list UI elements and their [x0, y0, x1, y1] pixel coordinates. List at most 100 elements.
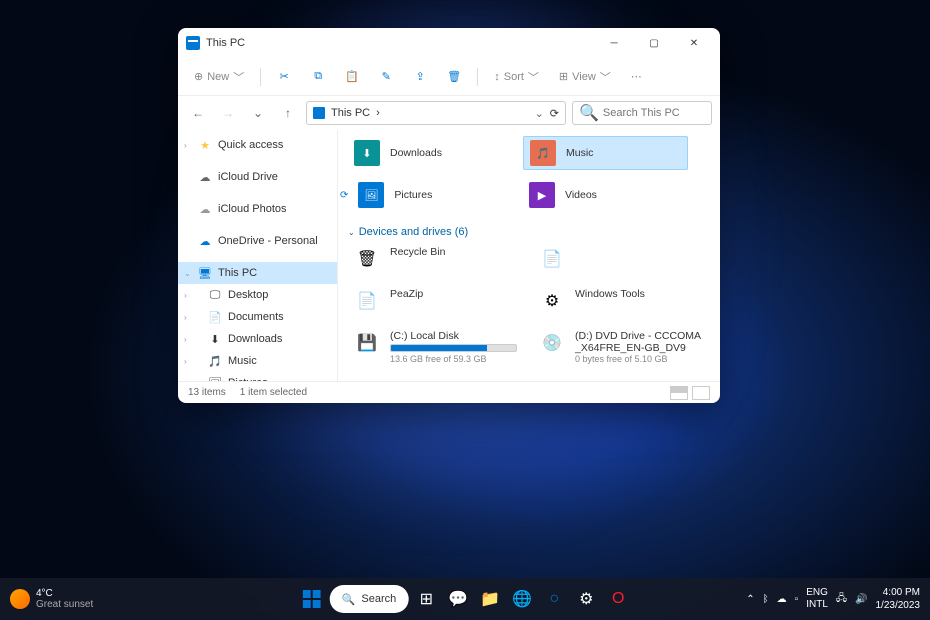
pc-icon: 🖥: [198, 266, 212, 280]
item-recycle-bin[interactable]: 🗑 Recycle Bin: [348, 242, 523, 276]
time: 4:00 PM: [876, 586, 921, 599]
search-icon: 🔍: [342, 593, 356, 606]
opera-app[interactable]: O: [604, 585, 632, 613]
minimize-button[interactable]: ─: [596, 29, 632, 57]
dropdown-icon[interactable]: ⌄: [535, 107, 544, 120]
weather-widget[interactable]: 4°C Great sunset: [10, 588, 93, 610]
music-icon: 🎵: [208, 354, 222, 368]
item-file[interactable]: 📄: [533, 242, 708, 276]
sidebar: ›★Quick access ☁iCloud Drive ☁iCloud Pho…: [178, 130, 338, 381]
chevron-right-icon: ›: [184, 141, 187, 150]
bluetooth-icon[interactable]: ᛒ: [763, 594, 769, 605]
file-explorer-app[interactable]: 📁: [476, 585, 504, 613]
taskbar: 4°C Great sunset 🔍Search ⊞ 💬 📁 🌐 ○ ⚙ O ⌃…: [0, 578, 930, 620]
item-label: (D:) DVD Drive - CCCOMA_X64FRE_EN-GB_DV9: [575, 330, 702, 354]
chevron-down-icon: ⌄: [184, 269, 191, 278]
chevron-right-icon: ›: [184, 379, 187, 382]
sidebar-item-downloads[interactable]: ›⬇Downloads: [178, 328, 337, 350]
delete-button[interactable]: 🗑: [439, 66, 469, 88]
share-icon: ⇪: [413, 70, 427, 84]
folder-videos[interactable]: ▶ Videos: [523, 178, 688, 212]
app-tray-icon[interactable]: ▫: [795, 594, 799, 605]
weather-temp: 4°C: [36, 588, 93, 599]
settings-app[interactable]: ⚙: [572, 585, 600, 613]
breadcrumb[interactable]: This PC: [331, 107, 370, 119]
rename-button[interactable]: ✎: [371, 66, 401, 88]
cortana-app[interactable]: ○: [540, 585, 568, 613]
section-devices[interactable]: ⌄Devices and drives (6): [348, 220, 710, 242]
content-pane: ⬇ Downloads 🎵 Music ⟳ 🖼 Pictures ▶ Video…: [338, 130, 720, 381]
copy-button[interactable]: ⧉: [303, 66, 333, 88]
chevron-right-icon: ›: [184, 291, 187, 300]
network-icon[interactable]: 🖧: [836, 591, 847, 608]
sidebar-item-icloud-drive[interactable]: ☁iCloud Drive: [178, 166, 337, 188]
more-button[interactable]: ⋯: [623, 66, 650, 87]
sidebar-item-label: OneDrive - Personal: [218, 235, 318, 247]
share-button[interactable]: ⇪: [405, 66, 435, 88]
sunset-icon: [10, 589, 30, 609]
window-title: This PC: [206, 37, 596, 49]
paste-button[interactable]: 📋: [337, 66, 367, 88]
close-button[interactable]: ✕: [676, 29, 712, 57]
item-windows-tools[interactable]: ⚙ Windows Tools: [533, 284, 708, 318]
item-dvd-drive-d[interactable]: 💿 (D:) DVD Drive - CCCOMA_X64FRE_EN-GB_D…: [533, 326, 708, 368]
folder-label: Pictures: [394, 189, 432, 201]
edge-app[interactable]: 🌐: [508, 585, 536, 613]
lang-bot: INTL: [806, 599, 828, 611]
clock[interactable]: 4:00 PM 1/23/2023: [876, 586, 921, 612]
chat-app[interactable]: 💬: [444, 585, 472, 613]
sidebar-item-documents[interactable]: ›📄Documents: [178, 306, 337, 328]
sidebar-item-label: This PC: [218, 267, 257, 279]
volume-icon[interactable]: 🔊: [855, 594, 867, 605]
download-icon: ⬇: [208, 332, 222, 346]
addressbar: ← → ⌄ ↑ This PC › ⌄ ⟳ 🔍: [178, 96, 720, 130]
back-button[interactable]: ←: [186, 101, 210, 125]
details-view-button[interactable]: [670, 386, 688, 400]
tray-chevron-icon[interactable]: ⌃: [746, 594, 754, 605]
sidebar-item-onedrive[interactable]: ☁OneDrive - Personal: [178, 230, 337, 252]
refresh-icon[interactable]: ⟳: [550, 107, 559, 120]
onedrive-tray-icon[interactable]: ☁: [777, 594, 787, 605]
chevron-right-icon: ›: [184, 335, 187, 344]
maximize-button[interactable]: ▢: [636, 29, 672, 57]
pc-icon: [313, 107, 325, 119]
forward-button[interactable]: →: [216, 101, 240, 125]
document-icon: 📄: [208, 310, 222, 324]
search-box[interactable]: 🔍: [572, 101, 712, 125]
sidebar-item-icloud-photos[interactable]: ☁iCloud Photos: [178, 198, 337, 220]
explorer-body: ›★Quick access ☁iCloud Drive ☁iCloud Pho…: [178, 130, 720, 381]
item-local-disk-c[interactable]: 💾 (C:) Local Disk 13.6 GB free of 59.3 G…: [348, 326, 523, 368]
sidebar-item-music[interactable]: › 🎵 Music: [178, 350, 337, 372]
recent-button[interactable]: ⌄: [246, 101, 270, 125]
sidebar-item-quick-access[interactable]: ›★Quick access: [178, 134, 337, 156]
address-path[interactable]: This PC › ⌄ ⟳: [306, 101, 566, 125]
folder-label: Videos: [565, 189, 597, 201]
view-button[interactable]: ⊞ View ﹀: [551, 65, 619, 89]
language-indicator[interactable]: ENG INTL: [806, 587, 828, 611]
item-peazip[interactable]: 📄 PeaZip: [348, 284, 523, 318]
tools-icon: ⚙: [539, 288, 565, 314]
sidebar-item-pictures[interactable]: ›🖼Pictures: [178, 372, 337, 381]
star-icon: ★: [198, 138, 212, 152]
sidebar-item-desktop[interactable]: ›🖵Desktop: [178, 284, 337, 306]
start-button[interactable]: [298, 585, 326, 613]
folder-icon: 🖼: [358, 182, 384, 208]
folder-pictures[interactable]: ⟳ 🖼 Pictures: [348, 178, 513, 212]
folder-downloads[interactable]: ⬇ Downloads: [348, 136, 513, 170]
folder-icon: 🎵: [530, 140, 556, 166]
chevron-right-icon: ›: [184, 357, 187, 366]
cut-button[interactable]: ✂: [269, 66, 299, 88]
item-label: Windows Tools: [575, 288, 702, 300]
taskbar-search[interactable]: 🔍Search: [330, 585, 409, 613]
view-label: View: [572, 71, 596, 83]
search-input[interactable]: [603, 107, 705, 119]
sort-button[interactable]: ↕ Sort ﹀: [486, 65, 547, 89]
sidebar-item-this-pc[interactable]: ⌄ 🖥 This PC: [178, 262, 337, 284]
task-view-button[interactable]: ⊞: [412, 585, 440, 613]
up-button[interactable]: ↑: [276, 101, 300, 125]
thumbnails-view-button[interactable]: [692, 386, 710, 400]
sidebar-item-label: Music: [228, 355, 257, 367]
new-button[interactable]: ⊕ New ﹀: [186, 65, 252, 89]
disk-icon: 💾: [354, 330, 380, 356]
folder-music[interactable]: 🎵 Music: [523, 136, 688, 170]
